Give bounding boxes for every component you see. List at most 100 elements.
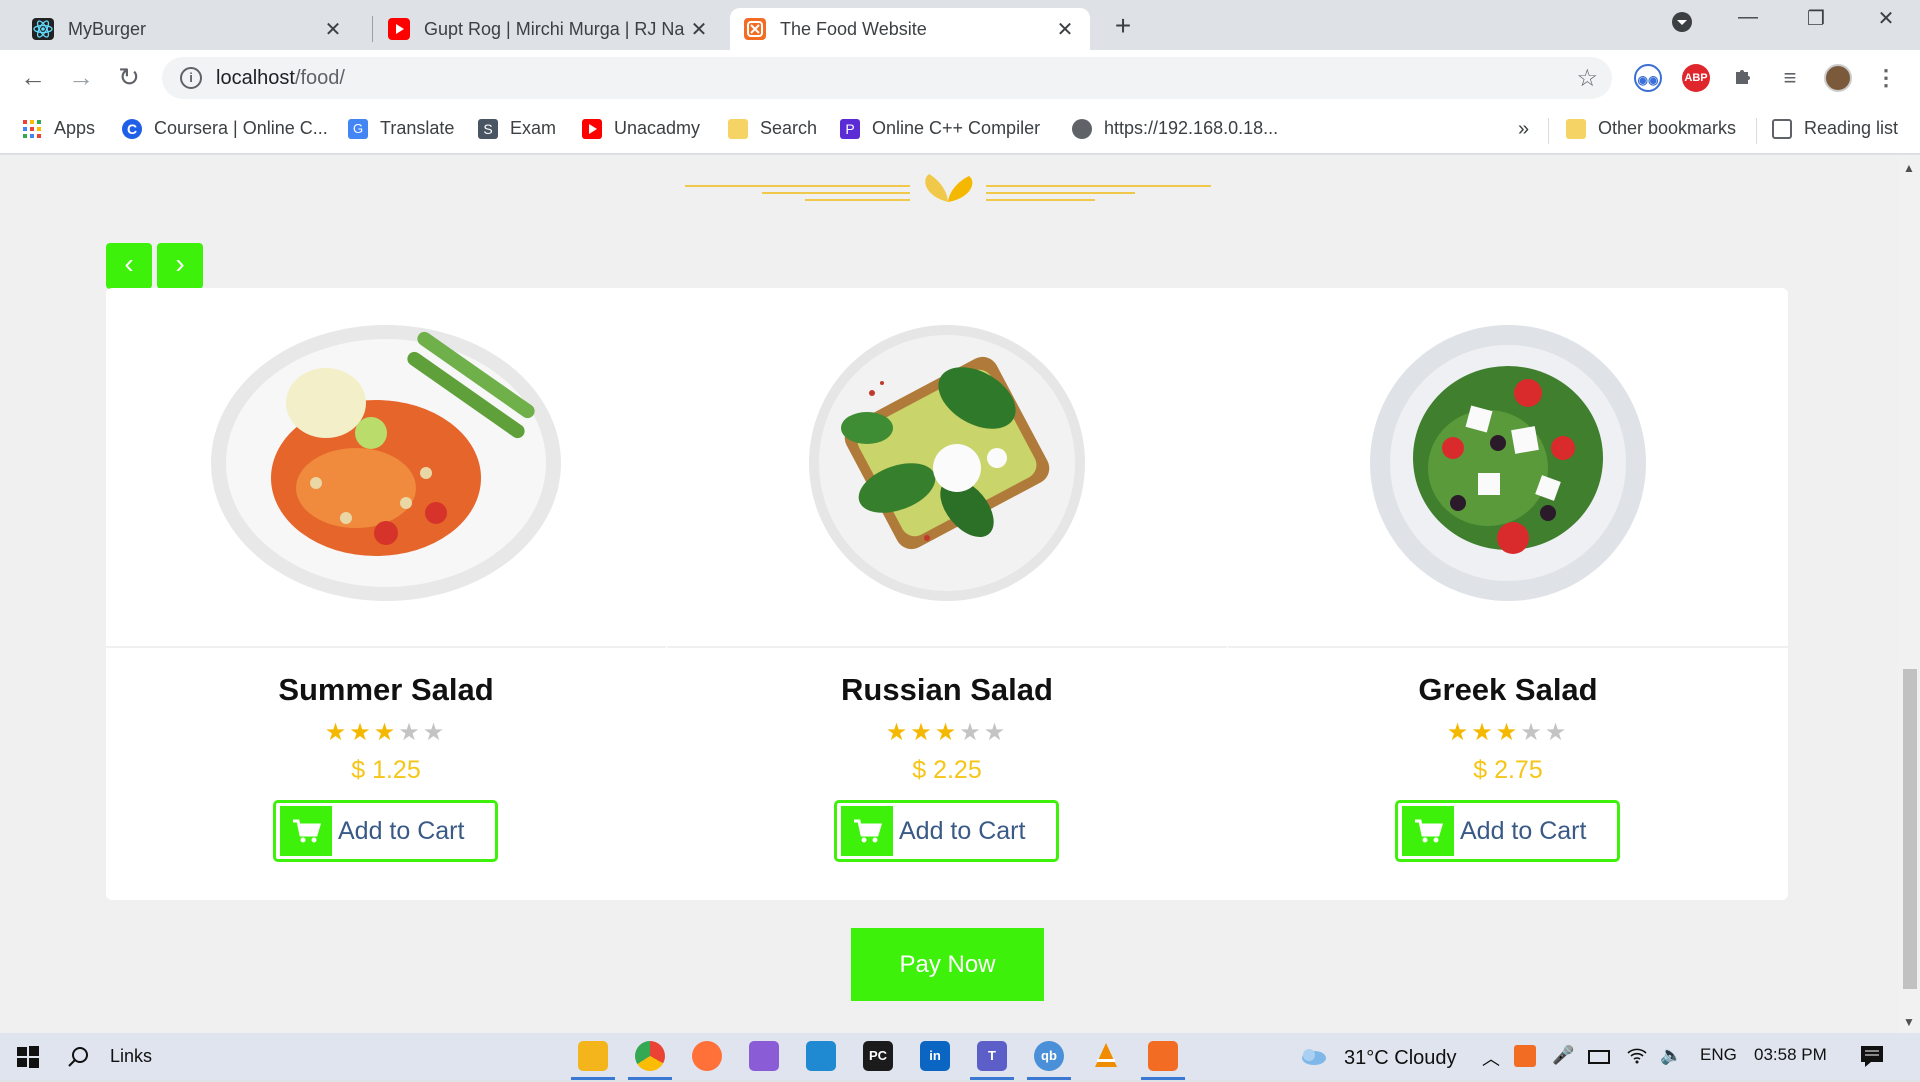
vlc-icon[interactable] (1091, 1041, 1121, 1071)
kebab-menu-icon[interactable]: ⋮ (1872, 64, 1900, 92)
bookmark-label: Exam (510, 118, 557, 138)
bookmark-search[interactable]: Search (728, 118, 817, 139)
teams-icon[interactable]: T (977, 1041, 1007, 1071)
language-indicator[interactable]: ENG (1700, 1045, 1737, 1065)
add-to-cart-label: Add to Cart (338, 816, 465, 845)
address-bar[interactable]: i localhost/food/ ☆ (162, 57, 1612, 99)
reading-list-icon (1772, 118, 1792, 139)
puzzle-extensions-icon[interactable] (1730, 64, 1758, 92)
media-queue-icon[interactable]: ≡ (1776, 64, 1804, 92)
taskbar-search-icon[interactable] (66, 1033, 90, 1080)
tab-search-icon[interactable] (1662, 10, 1702, 40)
windows-start-icon[interactable] (10, 1033, 46, 1080)
bookmarks-overflow-button[interactable]: » (1518, 118, 1529, 141)
add-to-cart-label: Add to Cart (1460, 816, 1587, 845)
bookmark-apps[interactable]: Apps (22, 118, 95, 139)
visual-studio-icon[interactable] (749, 1041, 779, 1071)
bookmark-other-bookmarks[interactable]: Other bookmarks (1566, 118, 1736, 139)
close-tab-icon[interactable]: ✕ (688, 17, 710, 42)
close-window-icon[interactable]: ✕ (1866, 6, 1906, 31)
product-price: $ 2.75 (1473, 756, 1543, 784)
chrome-icon[interactable] (635, 1041, 665, 1071)
star-icon: ★ (910, 719, 935, 746)
product-card: Russian Salad ★★★★★ $ 2.25 Add to Cart (667, 288, 1227, 900)
bookmark-label: https://192.168.0.18... (1104, 118, 1279, 138)
forward-arrow-icon[interactable]: → (64, 62, 98, 93)
exam-icon: S (478, 118, 498, 139)
product-image-area (1228, 288, 1788, 648)
carousel-next-button[interactable]: › (157, 243, 203, 289)
star-icon: ★ (422, 719, 448, 746)
scroll-up-icon[interactable]: ▲ (1903, 161, 1915, 175)
carousel-prev-button[interactable]: ‹ (106, 243, 152, 289)
linkedin-icon[interactable]: in (920, 1041, 950, 1071)
firefox-icon[interactable] (692, 1041, 722, 1071)
add-to-cart-button[interactable]: Add to Cart (1395, 800, 1620, 862)
star-rating: ★★★★★ (1228, 718, 1788, 747)
pay-now-button[interactable]: Pay Now (851, 928, 1044, 1001)
scroll-down-icon[interactable]: ▼ (1903, 1015, 1915, 1029)
avatar[interactable] (1824, 64, 1852, 92)
star-icon: ★ (1446, 719, 1472, 746)
weather-text[interactable]: 31°C Cloudy (1344, 1047, 1457, 1070)
xampp-tray-icon[interactable] (1514, 1045, 1536, 1067)
bookmark-separator (1548, 118, 1549, 144)
scrollbar-thumb[interactable] (1903, 669, 1917, 989)
restore-icon[interactable]: ❐ (1796, 6, 1836, 31)
star-icon: ★ (1544, 719, 1570, 746)
bookmark-online-cpp-compiler[interactable]: P Online C++ Compiler (840, 118, 1040, 139)
product-image-area (106, 288, 666, 648)
bookmark-translate[interactable]: G Translate (348, 118, 454, 139)
browser-tab-strip: MyBurger ✕ Gupt Rog | Mirchi Murga | RJ … (0, 0, 1920, 50)
bookmark-label: Online C++ Compiler (872, 118, 1041, 138)
bookmark-exam[interactable]: S Exam (478, 118, 556, 139)
qbittorrent-icon[interactable]: qb (1034, 1041, 1064, 1071)
bookmark-ip-address[interactable]: https://192.168.0.18... (1072, 118, 1278, 139)
pycharm-icon[interactable]: PC (863, 1041, 893, 1071)
product-name: Summer Salad (278, 672, 494, 707)
show-hidden-icons-icon[interactable]: ︿ (1482, 1045, 1500, 1071)
star-icon: ★ (1495, 719, 1521, 746)
star-icon: ★ (983, 719, 1009, 746)
notifications-icon[interactable] (1860, 1045, 1884, 1072)
product-card: Summer Salad ★★★★★ $ 1.25 Add to Cart (106, 288, 666, 900)
star-icon: ★ (934, 719, 960, 746)
tab-food-website[interactable]: The Food Website ✕ (730, 8, 1090, 50)
volume-icon[interactable]: 🔈 (1660, 1045, 1682, 1066)
site-info-icon[interactable]: i (180, 67, 202, 89)
bookmark-label: Coursera | Online C... (154, 118, 328, 138)
cart-icon (841, 806, 893, 856)
wifi-icon[interactable] (1626, 1045, 1648, 1070)
reading-list-button[interactable]: Reading list (1772, 118, 1898, 139)
bookmark-star-icon[interactable]: ☆ (1576, 64, 1598, 93)
taskbar-links-label[interactable]: Links (110, 1033, 152, 1080)
bookmark-unacadmy[interactable]: Unacadmy (582, 118, 700, 139)
bookmark-label: Translate (380, 118, 455, 138)
page-scrollbar[interactable]: ▲ ▼ (1898, 155, 1920, 1033)
add-to-cart-button[interactable]: Add to Cart (834, 800, 1059, 862)
tab-title: Gupt Rog | Mirchi Murga | RJ Na (424, 18, 685, 39)
battery-icon[interactable] (1588, 1050, 1610, 1064)
tab-myburger[interactable]: MyBurger ✕ (18, 8, 358, 50)
new-tab-button[interactable]: + (1108, 10, 1138, 42)
star-icon: ★ (1520, 719, 1545, 746)
star-icon: ★ (1471, 719, 1496, 746)
vscode-icon[interactable] (806, 1041, 836, 1071)
apps-grid-icon (22, 119, 42, 139)
reload-icon[interactable]: ↻ (112, 62, 146, 93)
clock[interactable]: 03:58 PM (1754, 1045, 1827, 1065)
tab-youtube[interactable]: Gupt Rog | Mirchi Murga | RJ Na ✕ (374, 8, 724, 50)
bookmark-coursera[interactable]: C Coursera | Online C... (122, 118, 328, 139)
adblock-plus-icon[interactable]: ABP (1682, 64, 1710, 92)
minimize-icon[interactable]: — (1728, 6, 1768, 29)
back-arrow-icon[interactable]: ← (16, 62, 50, 93)
add-to-cart-button[interactable]: Add to Cart (273, 800, 498, 862)
browser-toolbar: ← → ↻ i localhost/food/ ☆ ◉◉ ABP ≡ ⋮ (0, 50, 1920, 106)
close-tab-icon[interactable]: ✕ (322, 17, 344, 42)
owl-extension-icon[interactable]: ◉◉ (1634, 64, 1662, 92)
weather-icon[interactable] (1298, 1045, 1328, 1072)
file-explorer-icon[interactable] (578, 1041, 608, 1071)
microphone-icon[interactable]: 🎤 (1552, 1045, 1574, 1066)
xampp-icon[interactable] (1148, 1041, 1178, 1071)
close-tab-icon[interactable]: ✕ (1054, 17, 1076, 42)
